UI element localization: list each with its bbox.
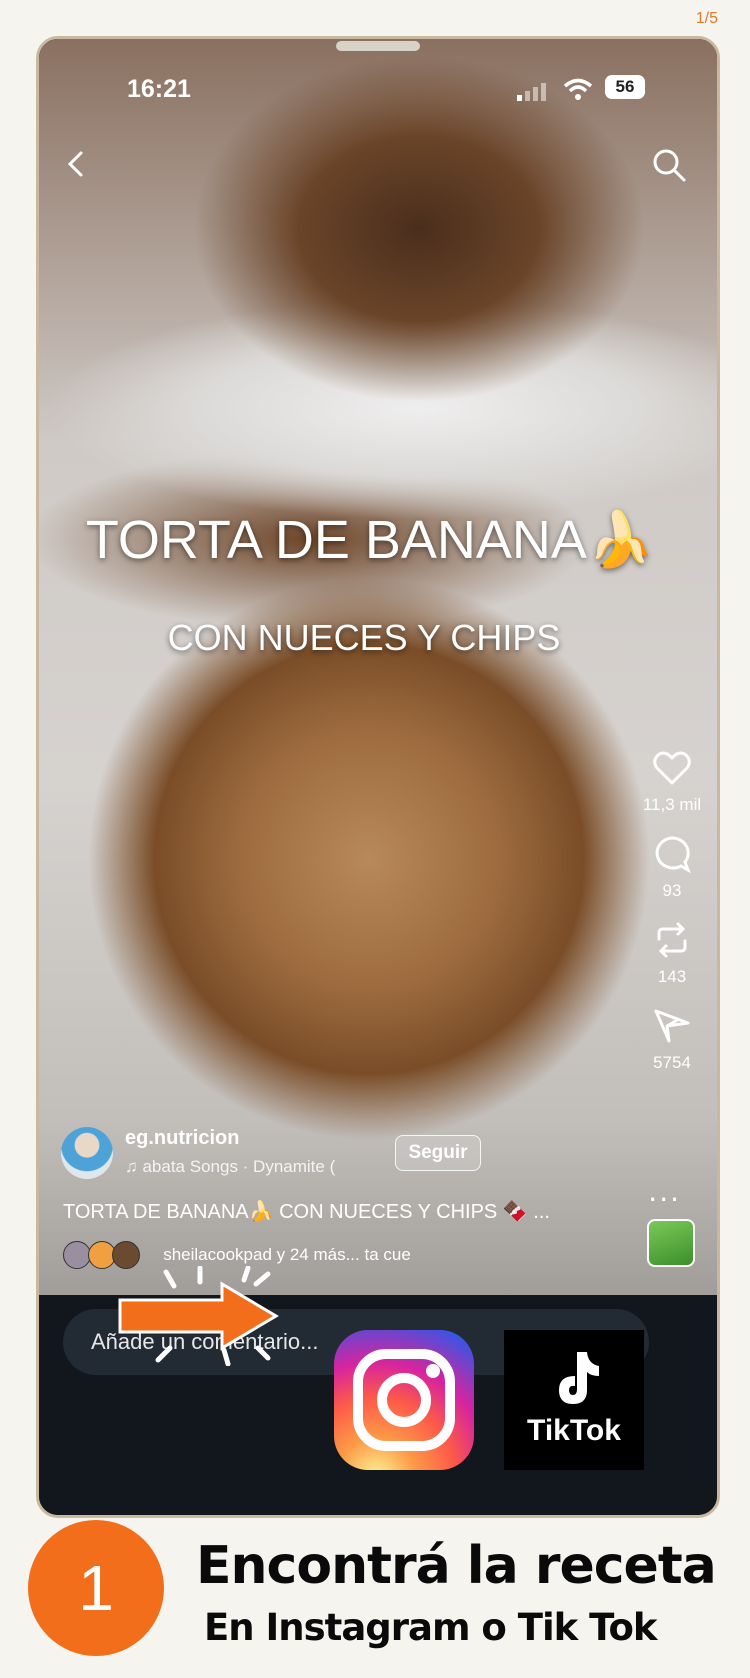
page-counter: 1/5 (695, 10, 718, 27)
music-info[interactable]: ♫ abata Songs · Dynamite ( (125, 1157, 335, 1177)
repost-count: 143 (657, 967, 687, 986)
liked-by-text: sheilacookpad y 24 más... ta cue (163, 1245, 411, 1264)
instagram-logo[interactable] (334, 1330, 474, 1470)
video-title: TORTA DE BANANA🍌 (85, 510, 655, 570)
tiktok-note-icon (559, 1352, 599, 1404)
liker-avatar (63, 1241, 91, 1269)
heart-icon (653, 751, 691, 785)
search-icon[interactable] (651, 147, 687, 183)
share-button[interactable]: 5754 (641, 1005, 703, 1073)
instagram-camera-icon (353, 1349, 455, 1451)
side-actions: 11,3 mil 93 143 5754 (641, 747, 703, 1091)
liker-avatar (112, 1241, 141, 1269)
tiktok-logo[interactable]: TikTok (504, 1330, 644, 1470)
comment-icon (655, 836, 691, 874)
like-button[interactable]: 11,3 mil (641, 747, 703, 815)
comment-button[interactable]: 93 (641, 833, 703, 901)
battery-indicator: 56 (605, 75, 645, 99)
top-handle (336, 41, 420, 51)
signal-icon (517, 83, 546, 101)
post-caption[interactable]: TORTA DE BANANA🍌 CON NUECES Y CHIPS 🍫 ..… (63, 1199, 550, 1224)
follow-button[interactable]: Seguir (395, 1135, 481, 1171)
pointer-arrow-icon (118, 1266, 279, 1366)
comment-count: 93 (662, 881, 682, 900)
more-options-button[interactable]: ... (648, 1175, 681, 1208)
share-count: 5754 (653, 1053, 691, 1072)
clock: 16:21 (127, 75, 191, 103)
step-number: 1 (28, 1520, 164, 1656)
like-count: 11,3 mil (642, 795, 702, 814)
step-subtitle: En Instagram o Tik Tok (204, 1606, 657, 1649)
status-bar: 16:21 56 (39, 71, 717, 111)
recipe-thumbnail[interactable] (647, 1219, 695, 1267)
wifi-icon (563, 78, 593, 100)
back-icon[interactable] (61, 149, 91, 179)
repost-button[interactable]: 143 (641, 919, 703, 987)
video-subtitle: CON NUECES Y CHIPS (167, 617, 561, 658)
share-icon (654, 1009, 690, 1043)
tiktok-label: TikTok (527, 1414, 621, 1447)
step-title: Encontrá la receta (196, 1536, 717, 1596)
video-frame[interactable] (39, 39, 717, 1389)
author-name[interactable]: eg.nutricion (125, 1127, 239, 1150)
liked-by[interactable]: sheilacookpad y 24 más... ta cue (63, 1241, 411, 1269)
repost-icon (657, 922, 687, 958)
avatar[interactable] (61, 1127, 113, 1179)
